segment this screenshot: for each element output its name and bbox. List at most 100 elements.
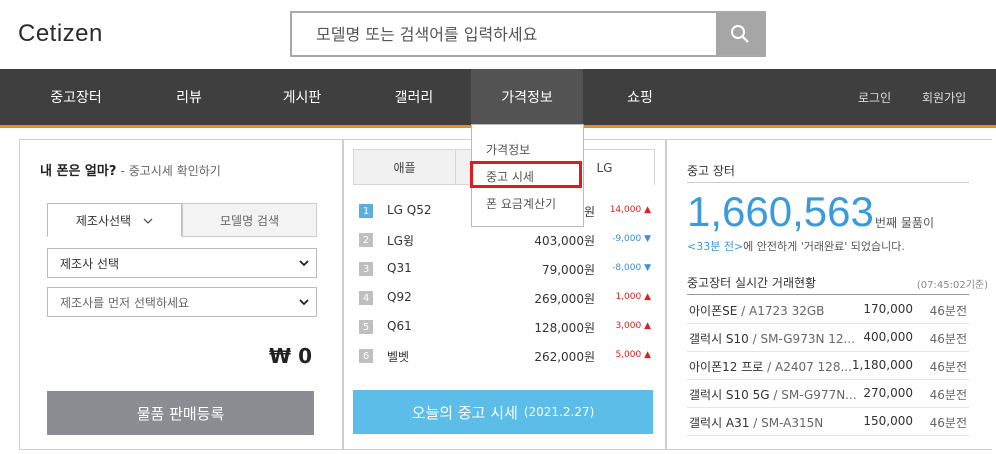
transaction-row[interactable]: 갤럭시 S10 / SM-G973N 12... 400,000 46분전 [687, 324, 969, 352]
login-link[interactable]: 로그인 [858, 69, 891, 125]
dropdown-item-price-info[interactable]: 가격정보 [486, 141, 530, 158]
model-select[interactable]: 제조사를 먼저 선택하세요 [47, 287, 317, 317]
rank-price: 128,000원 [534, 321, 595, 335]
panel-title: 내 폰은 얼마? - 중고시세 확인하기 [40, 160, 221, 179]
arrow-up-icon: ▲ [644, 205, 651, 215]
market-title: 중고 장터 [687, 164, 735, 178]
nav-item-market[interactable]: 중고장터 [20, 69, 132, 125]
ranking-row[interactable]: 5 Q61 128,000원 3,000 ▲ [359, 313, 655, 341]
transaction-price: 170,000 [863, 302, 913, 316]
used-market-panel: 중고 장터 1,660,563 번째 물품이 <33분 전>에 안전하게 '거래… [666, 139, 992, 450]
transaction-model: / A1723 32GB [741, 304, 825, 318]
rank-change-value: 14,000 [609, 205, 642, 215]
rank-number: 2 [359, 233, 373, 247]
transaction-row[interactable]: 아이폰12 프로 / A2407 128... 1,180,000 46분전 [687, 352, 969, 380]
realtime-title: 중고장터 실시간 거래현황 [687, 276, 817, 290]
manufacturer-select[interactable]: 제조사 선택 [47, 248, 317, 278]
chevron-down-icon [143, 218, 153, 224]
rank-change-value: 1,000 [615, 292, 642, 302]
tab-apple[interactable]: 애플 [353, 149, 456, 185]
main-nav: 중고장터 리뷰 게시판 갤러리 가격정보 쇼핑 로그인 회원가입 [0, 69, 996, 125]
transaction-time: 46분전 [929, 388, 967, 402]
rank-change: -8,000 ▼ [612, 263, 651, 273]
ranking-row[interactable]: 3 Q31 79,000원 -8,000 ▼ [359, 255, 655, 283]
rank-change: 5,000 ▲ [615, 350, 651, 360]
nav-item-price-info[interactable]: 가격정보 [471, 69, 583, 125]
model-select-value: 제조사를 먼저 선택하세요 [60, 295, 190, 310]
rank-change: -9,000 ▼ [612, 234, 651, 244]
estimated-price: ₩ 0 [269, 344, 312, 368]
rank-change-value: -9,000 [612, 234, 642, 244]
realtime-timestamp: (07:45:02기준) [916, 280, 988, 291]
transaction-name: 아이폰12 프로 [689, 360, 764, 374]
completion-desc: <33분 전>에 안전하게 '거래완료' 되었습니다. [687, 238, 905, 254]
today-price-label: 오늘의 중고 시세 [411, 403, 518, 422]
transaction-name: 갤럭시 S10 [689, 332, 749, 346]
rank-model-name[interactable]: 벨벳 [387, 348, 409, 365]
tab-manufacturer-label: 제조사선택 [75, 214, 132, 228]
ranking-row[interactable]: 4 Q92 269,000원 1,000 ▲ [359, 284, 655, 312]
rank-number: 1 [359, 204, 373, 218]
rank-number: 6 [359, 349, 373, 363]
today-price-button[interactable]: 오늘의 중고 시세 (2021.2.27) [353, 390, 653, 434]
transaction-time: 46분전 [929, 304, 967, 318]
transaction-price: 150,000 [863, 414, 913, 428]
chevron-down-icon [299, 260, 309, 267]
tab-manufacturer[interactable]: 제조사선택 [47, 203, 182, 237]
transaction-row[interactable]: 아이폰SE / A1723 32GB 170,000 46분전 [687, 296, 969, 324]
completion-time: <33분 전> [687, 240, 744, 253]
rank-number: 4 [359, 291, 373, 305]
rank-model-name[interactable]: Q61 [387, 319, 412, 333]
transaction-price: 1,180,000 [851, 358, 913, 372]
search-icon [731, 25, 749, 43]
arrow-up-icon: ▲ [644, 350, 651, 360]
today-price-date: (2021.2.27) [523, 405, 595, 419]
arrow-up-icon: ▲ [644, 321, 651, 331]
signup-link[interactable]: 회원가입 [922, 69, 966, 125]
transaction-time: 46분전 [929, 360, 967, 374]
completion-text: 에 안전하게 '거래완료' 되었습니다. [743, 240, 905, 253]
search-button[interactable] [716, 13, 764, 55]
ranking-row[interactable]: 2 LG윙 403,000원 -9,000 ▼ [359, 226, 655, 254]
rank-change: 1,000 ▲ [615, 292, 651, 302]
ranking-row[interactable]: 6 벨벳 262,000원 5,000 ▲ [359, 342, 655, 370]
transaction-row[interactable]: 갤럭시 S10 5G / SM-G977N... 270,000 46분전 [687, 380, 969, 408]
rank-change: 14,000 ▲ [610, 205, 651, 215]
rank-price: 원 [583, 205, 595, 219]
panel-title-sub: - 중고시세 확인하기 [120, 164, 221, 178]
tab-model-search[interactable]: 모델명 검색 [182, 203, 317, 237]
rank-model-name[interactable]: Q92 [387, 290, 412, 304]
highlight-box [470, 161, 582, 188]
divider [687, 182, 969, 183]
rank-model-name[interactable]: Q31 [387, 261, 412, 275]
search-input[interactable] [292, 13, 718, 55]
cetizen-logo[interactable]: Cetizen [18, 20, 103, 48]
rank-change-value: -8,000 [612, 263, 642, 273]
transaction-price: 400,000 [863, 330, 913, 344]
nav-item-gallery[interactable]: 갤러리 [358, 69, 470, 125]
transaction-model: / SM-A315N [753, 416, 824, 430]
rank-change: 3,000 ▲ [615, 321, 651, 331]
rank-price: 403,000원 [534, 234, 595, 248]
panel-title-main: 내 폰은 얼마? [40, 164, 117, 179]
phone-price-panel: 내 폰은 얼마? - 중고시세 확인하기 제조사선택 모델명 검색 제조사 선택… [19, 139, 343, 450]
rank-number: 5 [359, 320, 373, 334]
transaction-time: 46분전 [929, 416, 967, 430]
transaction-price: 270,000 [863, 386, 913, 400]
nav-item-shopping[interactable]: 쇼핑 [584, 69, 696, 125]
rank-model-name[interactable]: LG Q52 [387, 203, 432, 217]
rank-model-name[interactable]: LG윙 [387, 232, 414, 249]
rank-price: 269,000원 [534, 292, 595, 306]
arrow-up-icon: ▲ [644, 292, 651, 302]
tab-divider [47, 236, 317, 237]
transaction-row[interactable]: 갤럭시 A31 / SM-A315N 150,000 46분전 [687, 408, 969, 436]
transaction-name: 갤럭시 S10 5G [689, 388, 770, 402]
nav-item-review[interactable]: 리뷰 [133, 69, 245, 125]
register-sale-button[interactable]: 물품 판매등록 [47, 391, 314, 435]
nav-item-board[interactable]: 게시판 [246, 69, 358, 125]
item-count: 1,660,563 [687, 188, 874, 235]
divider [687, 294, 969, 295]
dropdown-item-rate-calculator[interactable]: 폰 요금계산기 [486, 195, 556, 212]
rank-price: 262,000원 [534, 350, 595, 364]
arrow-down-icon: ▼ [644, 263, 651, 273]
